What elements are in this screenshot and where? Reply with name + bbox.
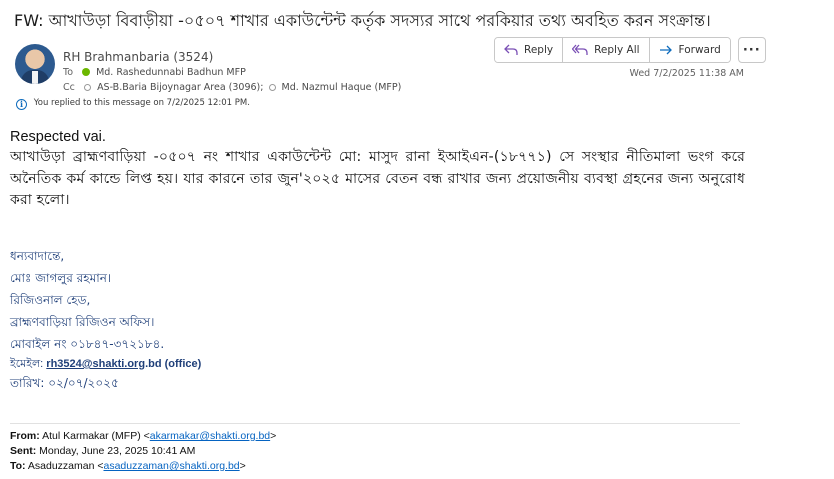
signature-designation: রিজিওনাল হেড, [10, 293, 91, 307]
presence-unknown-icon [84, 83, 92, 91]
forwarded-from-name: Atul Karmakar (MFP) < [42, 430, 150, 442]
signature-name: মোঃ জাগলুর রহমান। [10, 271, 112, 285]
reply-all-button[interactable]: Reply All [563, 38, 650, 62]
forwarded-to-name: Asaduzzaman < [27, 460, 104, 472]
cc-recipient-1[interactable]: AS-B.Baria Bijoynagar Area (3096); [97, 82, 263, 93]
cc-recipient-2[interactable]: Md. Nazmul Haque (MFP) [282, 82, 402, 93]
forwarded-to-email-link[interactable]: asaduzzaman@shakti.org.bd [103, 460, 239, 472]
reply-all-icon [572, 44, 588, 55]
info-icon: i [16, 99, 27, 110]
reply-icon [504, 44, 518, 55]
forward-label: Forward [678, 44, 721, 56]
message-actions: Reply Reply All Forward ··· [494, 37, 766, 63]
forward-button[interactable]: Forward [649, 38, 730, 62]
signature-block: ধন্যবাদান্তে, মোঃ জাগলুর রহমান। রিজিওনাল… [10, 245, 410, 393]
signature-email-suffix: .bd (office) [145, 358, 202, 370]
to-label: To [63, 67, 74, 78]
forwarded-from-row: From: Atul Karmakar (MFP) <akarmakar@sha… [10, 429, 790, 444]
forwarded-sent-row: Sent: Monday, June 23, 2025 10:41 AM [10, 444, 790, 459]
sender-avatar[interactable] [15, 44, 55, 84]
signature-thanks: ধন্যবাদান্তে, [10, 249, 65, 263]
email-subject: FW: আখাউড়া বিবাড়ীয়া -০৫০৭ শাখার একাউন… [14, 11, 711, 30]
cc-label: Cc [63, 82, 75, 93]
message-body: Respected vai. আখাউড়া ব্রাহ্মণবাড়িয়া … [10, 128, 745, 212]
replied-notice: i You replied to this message on 7/2/202… [16, 98, 250, 110]
signature-date: তারিখ: ০২/০৭/২০২৫ [10, 376, 119, 390]
forwarded-sent-label: Sent: [10, 445, 37, 457]
forwarded-to-label: To: [10, 460, 26, 472]
forwarded-from-label: From: [10, 430, 40, 442]
to-recipients-row: To Md. Rashedunnabi Badhun MFP [63, 67, 246, 78]
reply-button[interactable]: Reply [495, 38, 564, 62]
signature-email-label: ইমেইল: [10, 358, 44, 370]
forwarded-header: From: Atul Karmakar (MFP) <akarmakar@sha… [10, 429, 790, 474]
body-paragraph: আখাউড়া ব্রাহ্মণবাড়িয়া -০৫০৭ নং শাখার … [10, 149, 745, 208]
more-actions-button[interactable]: ··· [737, 37, 766, 63]
forward-icon [659, 45, 672, 55]
avatar-shirt [32, 71, 38, 84]
signature-email-link[interactable]: rh3524@shakti.org [46, 358, 145, 370]
forwarded-to-close: > [239, 460, 246, 472]
cc-recipients-row: Cc AS-B.Baria Bijoynagar Area (3096); Md… [63, 82, 401, 93]
replied-notice-text: You replied to this message on 7/2/2025 … [33, 98, 250, 108]
greeting: Respected vai. [10, 129, 106, 145]
sender-name[interactable]: RH Brahmanbaria (3524) [63, 50, 213, 64]
signature-office: ব্রাহ্মণবাড়িয়া রিজিওন অফিস। [10, 315, 155, 329]
signature-email-row: ইমেইল: rh3524@shakti.org.bd (office) [10, 355, 410, 373]
signature-mobile: মোবাইল নং ০১৮৪৭-৩৭২১৮৪. [10, 337, 165, 351]
forwarded-from-close: > [270, 430, 277, 442]
reply-all-label: Reply All [594, 44, 640, 56]
forward-divider [10, 423, 740, 424]
forwarded-to-row: To: Asaduzzaman <asaduzzaman@shakti.org.… [10, 459, 790, 474]
to-recipient[interactable]: Md. Rashedunnabi Badhun MFP [96, 67, 246, 78]
presence-available-icon [82, 67, 91, 76]
reply-label: Reply [524, 44, 554, 56]
presence-unknown-icon [268, 83, 276, 91]
forwarded-from-email-link[interactable]: akarmakar@shakti.org.bd [150, 430, 270, 442]
received-date: Wed 7/2/2025 11:38 AM [629, 68, 744, 79]
forwarded-sent-value: Monday, June 23, 2025 10:41 AM [39, 445, 196, 457]
response-button-group: Reply Reply All Forward [494, 37, 731, 63]
